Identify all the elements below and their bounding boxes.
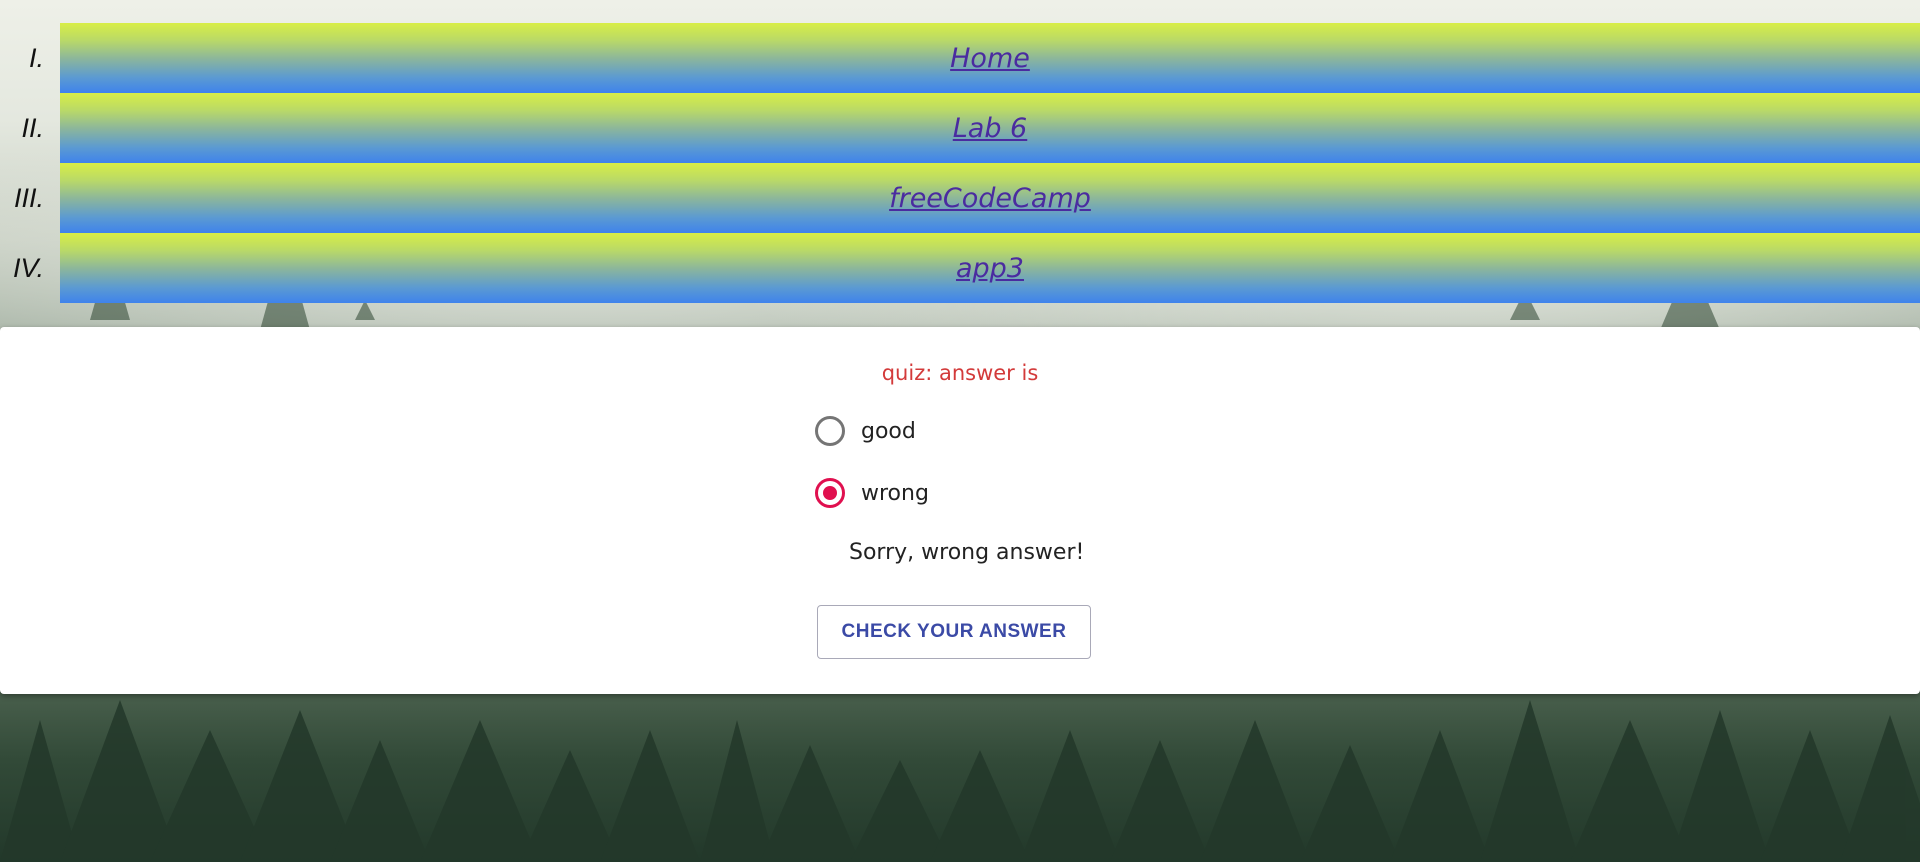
list-marker: IV. <box>12 252 44 283</box>
radio-button-wrong[interactable] <box>815 478 845 508</box>
nav-list: I. Home II. Lab 6 III. freeCodeCamp IV. … <box>0 23 1920 303</box>
result-message: Sorry, wrong answer! <box>849 540 1085 565</box>
nav-bar: freeCodeCamp <box>60 163 1920 233</box>
option-good[interactable]: good <box>815 400 929 462</box>
nav-bar: app3 <box>60 233 1920 303</box>
list-marker: I. <box>28 42 44 73</box>
quiz-question: quiz: answer is <box>0 361 1920 385</box>
list-marker: III. <box>13 182 44 213</box>
quiz-card: quiz: answer is good wrong Sorry, wrong … <box>0 327 1920 694</box>
nav-item-home: I. Home <box>0 23 1920 93</box>
option-wrong[interactable]: wrong <box>815 462 929 524</box>
nav-link-home[interactable]: Home <box>950 43 1030 74</box>
nav-bar: Home <box>60 23 1920 93</box>
nav-item-app3: IV. app3 <box>0 233 1920 303</box>
nav-link-freecodecamp[interactable]: freeCodeCamp <box>889 183 1091 214</box>
quiz-options: good wrong <box>815 400 929 524</box>
nav-item-lab6: II. Lab 6 <box>0 93 1920 163</box>
nav-bar: Lab 6 <box>60 93 1920 163</box>
option-label-wrong: wrong <box>861 480 929 506</box>
check-answer-button[interactable]: CHECK YOUR ANSWER <box>817 605 1091 659</box>
nav-item-freecodecamp: III. freeCodeCamp <box>0 163 1920 233</box>
option-label-good: good <box>861 418 916 444</box>
quiz-question-text: quiz: answer is <box>881 361 1039 385</box>
radio-button-good[interactable] <box>815 416 845 446</box>
nav-link-app3[interactable]: app3 <box>956 253 1024 284</box>
nav-link-lab6[interactable]: Lab 6 <box>953 113 1028 144</box>
list-marker: II. <box>21 112 44 143</box>
